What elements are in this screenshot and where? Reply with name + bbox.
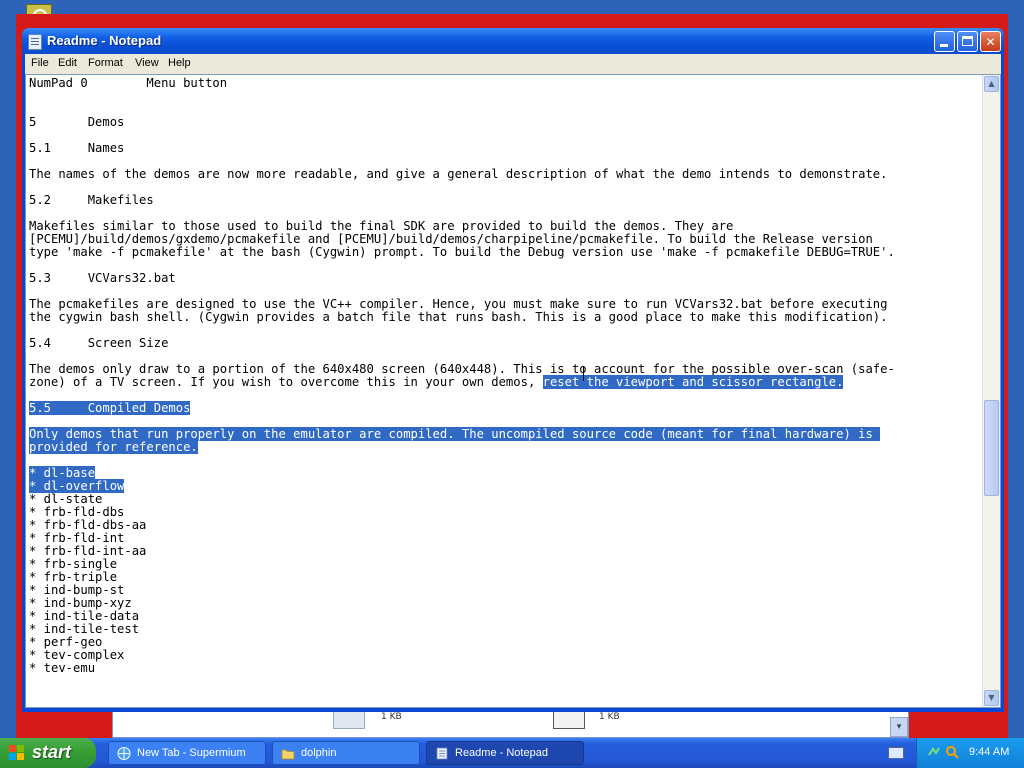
text-line bbox=[29, 103, 977, 116]
file-icon[interactable] bbox=[333, 709, 365, 729]
text-editor[interactable]: NumPad 0 Menu button 5 Demos 5.1 Names T… bbox=[25, 74, 1001, 708]
selected-text: * dl-overflow bbox=[29, 479, 125, 493]
scroll-up-button[interactable]: ▲ bbox=[984, 76, 999, 92]
text-line-selected: 5.5 Compiled Demos bbox=[29, 401, 977, 415]
text-line bbox=[29, 181, 977, 194]
text-line: * ind-bump-st bbox=[29, 583, 125, 597]
text-line: * ind-bump-xyz bbox=[29, 596, 132, 610]
title-bar[interactable]: Readme - Notepad ✕ bbox=[22, 28, 1004, 54]
maximize-button[interactable] bbox=[957, 31, 978, 52]
task-label: Readme - Notepad bbox=[455, 747, 548, 759]
text-line: * frb-fld-dbs-aa bbox=[29, 518, 147, 532]
text-line: * frb-fld-int bbox=[29, 531, 125, 545]
minimize-button[interactable] bbox=[934, 31, 955, 52]
system-tray: 9:44 AM bbox=[916, 738, 1024, 768]
text-line bbox=[29, 454, 977, 467]
text-line bbox=[29, 129, 977, 142]
clock[interactable]: 9:44 AM bbox=[969, 746, 1009, 758]
scrollbar-thumb[interactable] bbox=[984, 400, 999, 496]
notepad-icon bbox=[28, 34, 42, 50]
text-line: the cygwin bash shell. (Cygwin provides … bbox=[29, 310, 888, 324]
text-line: * ind-tile-data bbox=[29, 609, 140, 623]
text-line: NumPad 0 Menu button bbox=[29, 77, 228, 90]
scroll-down-button[interactable]: ▾ bbox=[890, 717, 908, 737]
text-line: * frb-triple bbox=[29, 570, 118, 584]
start-button[interactable]: start bbox=[0, 738, 96, 768]
selected-text: provided for reference. bbox=[29, 440, 198, 454]
text-line: * perf-geo bbox=[29, 635, 103, 649]
menu-file[interactable]: File bbox=[31, 57, 49, 69]
text-line: * frb-single bbox=[29, 557, 118, 571]
text-content[interactable]: NumPad 0 Menu button 5 Demos 5.1 Names T… bbox=[29, 77, 977, 705]
notepad-icon bbox=[436, 747, 448, 760]
text-line-partial-selection: zone) of a TV screen. If you wish to ove… bbox=[29, 375, 977, 389]
text-line: * ind-tile-test bbox=[29, 622, 140, 636]
text-line: 5 Demos bbox=[29, 115, 125, 129]
file-size-label: 1 KB bbox=[381, 712, 402, 722]
selected-text: reset the viewport and scissor rectangle… bbox=[542, 375, 844, 389]
text-line: The names of the demos are now more read… bbox=[29, 167, 888, 181]
menu-help[interactable]: Help bbox=[168, 57, 191, 69]
folder-icon bbox=[281, 749, 295, 760]
window-title: Readme - Notepad bbox=[47, 33, 162, 48]
task-label: dolphin bbox=[301, 747, 337, 759]
notepad-window: Readme - Notepad ✕ File Edit Format View… bbox=[22, 28, 1004, 712]
text-line-unselected-part: zone) of a TV screen. If you wish to ove… bbox=[29, 375, 543, 389]
selected-text: * dl-base bbox=[29, 466, 96, 480]
text-line: * tev-complex bbox=[29, 648, 125, 662]
task-supermium[interactable]: New Tab - Supermium bbox=[108, 741, 266, 765]
scroll-down-button[interactable]: ▼ bbox=[984, 690, 999, 706]
text-line: * dl-state bbox=[29, 492, 103, 506]
task-dolphin[interactable]: dolphin bbox=[272, 741, 420, 765]
text-line: * tev-emu bbox=[29, 661, 96, 675]
task-notepad[interactable]: Readme - Notepad bbox=[426, 741, 584, 765]
menu-format[interactable]: Format bbox=[88, 57, 123, 69]
windows-logo-icon bbox=[9, 745, 25, 761]
close-button[interactable]: ✕ bbox=[980, 31, 1001, 52]
text-line-selected: * dl-overflow bbox=[29, 479, 977, 493]
text-line-selected: * dl-base bbox=[29, 466, 977, 480]
keyboard-icon[interactable] bbox=[888, 747, 904, 759]
selected-text: 5.5 Compiled Demos bbox=[29, 401, 191, 415]
text-line: * frb-fld-int-aa bbox=[29, 544, 147, 558]
text-line: type 'make -f pcmakefile' at the bash (C… bbox=[29, 245, 895, 259]
text-line: 5.2 Makefiles bbox=[29, 193, 154, 207]
menu-bar: File Edit Format View Help bbox=[25, 54, 1001, 74]
text-line: * frb-fld-dbs bbox=[29, 505, 125, 519]
menu-view[interactable]: View bbox=[135, 57, 159, 69]
selected-text: Only demos that run properly on the emul… bbox=[29, 427, 881, 441]
browser-icon bbox=[117, 747, 131, 760]
start-label: start bbox=[32, 742, 72, 762]
text-line-selected: provided for reference. bbox=[29, 440, 977, 454]
task-label: New Tab - Supermium bbox=[137, 747, 246, 759]
text-line: 5.4 Screen Size bbox=[29, 336, 169, 350]
file-size-label: 1 KB bbox=[599, 712, 620, 722]
text-line: 5.1 Names bbox=[29, 141, 125, 155]
search-icon[interactable] bbox=[945, 745, 959, 759]
maximize-icon bbox=[962, 36, 973, 46]
vertical-scrollbar[interactable]: ▲ ▼ bbox=[982, 75, 1000, 707]
text-line: 5.3 VCVars32.bat bbox=[29, 271, 176, 285]
network-icon[interactable] bbox=[927, 745, 941, 759]
text-caret bbox=[583, 367, 584, 381]
taskbar: start New Tab - Supermium dolphin Readme… bbox=[0, 738, 1024, 768]
close-icon: ✕ bbox=[985, 35, 996, 49]
menu-edit[interactable]: Edit bbox=[58, 57, 77, 69]
file-icon[interactable] bbox=[553, 709, 585, 729]
text-line bbox=[29, 90, 977, 103]
minimize-icon bbox=[940, 44, 948, 47]
text-line bbox=[29, 324, 977, 337]
